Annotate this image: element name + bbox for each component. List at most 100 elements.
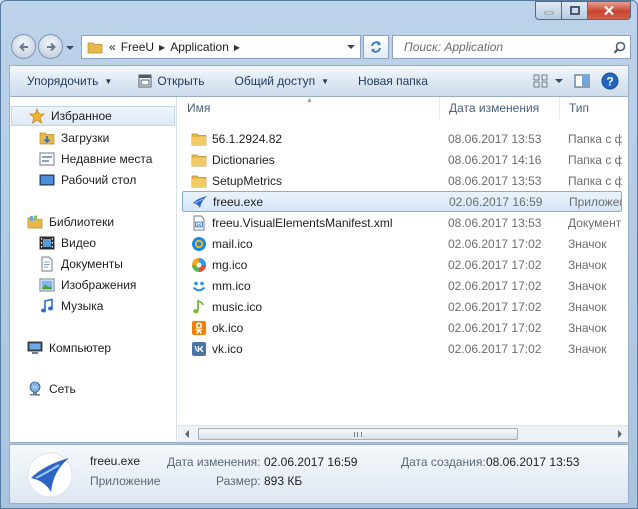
- refresh-button[interactable]: [363, 35, 389, 59]
- file-type: Значок: [568, 320, 607, 335]
- mg-icon: [192, 257, 206, 272]
- maximize-icon: [569, 6, 580, 15]
- nav-item-video[interactable]: Видео: [10, 233, 176, 253]
- file-date: 08.06.2017 13:53: [448, 173, 542, 188]
- file-type: Значок: [568, 257, 607, 272]
- share-button[interactable]: Общий доступ ▼: [213, 66, 338, 96]
- breadcrumb-prefix[interactable]: «: [109, 40, 116, 54]
- nav-item-favorites[interactable]: Избранное: [11, 106, 175, 126]
- scrollbar-thumb[interactable]: [198, 428, 518, 440]
- search-button[interactable]: [608, 41, 630, 54]
- sort-ascending-icon: ▲: [306, 97, 313, 104]
- horizontal-scrollbar[interactable]: [178, 425, 628, 442]
- ok-icon: [192, 320, 206, 335]
- file-row[interactable]: mail.ico 02.06.2017 17:02 Значок: [182, 233, 622, 254]
- video-icon: [39, 236, 55, 250]
- mail-icon: [192, 236, 206, 251]
- nav-item-desktop[interactable]: Рабочий стол: [10, 170, 176, 190]
- new-folder-button[interactable]: Новая папка: [338, 66, 437, 96]
- explorer-window: « FreeU ▶ Application ▶ Упорядочить ▼: [0, 0, 638, 509]
- maximize-button[interactable]: [561, 1, 587, 20]
- file-name-cell: mail.ico: [182, 236, 440, 252]
- close-button[interactable]: [587, 1, 631, 20]
- breadcrumb-application[interactable]: Application: [170, 40, 229, 54]
- search-icon: [613, 41, 625, 54]
- preview-pane-button[interactable]: [568, 66, 596, 96]
- search-input[interactable]: [393, 40, 608, 54]
- chevron-right-icon[interactable]: ▶: [159, 43, 165, 52]
- recent-pages-button[interactable]: [66, 40, 74, 54]
- file-date: 02.06.2017 17:02: [448, 341, 542, 356]
- help-icon: ?: [601, 72, 619, 90]
- xml-document-icon: [193, 215, 205, 230]
- nav-item-music[interactable]: Музыка: [10, 296, 176, 316]
- details-size-label: Размер:: [216, 474, 261, 488]
- details-created-value: 08.06.2017 13:53: [486, 455, 580, 469]
- view-options-button[interactable]: [528, 66, 568, 96]
- file-list: ▲ Имя Дата изменения Тип 56.1.2924.82 08…: [178, 97, 628, 442]
- file-type: Значок: [568, 236, 607, 251]
- nav-item-network[interactable]: Сеть: [10, 379, 176, 399]
- file-row[interactable]: freeu.VisualElementsManifest.xml 08.06.2…: [182, 212, 622, 233]
- nav-label: Компьютер: [49, 341, 112, 355]
- forward-button[interactable]: [38, 34, 63, 59]
- file-name: ok.ico: [212, 320, 244, 335]
- chevron-left-icon: [184, 430, 189, 438]
- libraries-icon: [27, 215, 43, 229]
- file-row[interactable]: vk.ico 02.06.2017 17:02 Значок: [182, 338, 622, 359]
- details-file-name: freeu.exe: [90, 454, 141, 468]
- close-icon: [604, 5, 614, 16]
- chevron-right-icon[interactable]: ▶: [234, 43, 240, 52]
- scroll-left-button[interactable]: [178, 426, 195, 442]
- nav-label: Документы: [61, 257, 123, 271]
- scroll-right-button[interactable]: [611, 426, 628, 442]
- file-row[interactable]: music.ico 02.06.2017 17:02 Значок: [182, 296, 622, 317]
- open-window-icon: [138, 74, 152, 88]
- nav-item-pictures[interactable]: Изображения: [10, 275, 176, 295]
- file-row[interactable]: mg.ico 02.06.2017 17:02 Значок: [182, 254, 622, 275]
- search-box: [392, 35, 631, 59]
- nav-item-documents[interactable]: Документы: [10, 254, 176, 274]
- minimize-button[interactable]: [535, 1, 561, 20]
- file-row[interactable]: SetupMetrics 08.06.2017 13:53 Папка с фа…: [182, 170, 622, 191]
- folder-icon: [191, 133, 207, 145]
- file-row[interactable]: 56.1.2924.82 08.06.2017 13:53 Папка с фа…: [182, 128, 622, 149]
- navigation-bar: « FreeU ▶ Application ▶: [9, 32, 631, 60]
- help-button[interactable]: ?: [596, 66, 624, 96]
- file-row[interactable]: mm.ico 02.06.2017 17:02 Значок: [182, 275, 622, 296]
- column-header-name[interactable]: ▲ Имя: [178, 97, 440, 119]
- file-row-selected[interactable]: freeu.exe 02.06.2017 16:59 Приложени: [182, 191, 622, 212]
- nav-label: Избранное: [51, 109, 112, 123]
- back-button[interactable]: [11, 34, 36, 59]
- refresh-icon: [371, 41, 381, 53]
- file-name-cell: SetupMetrics: [182, 174, 440, 188]
- file-name: vk.ico: [212, 341, 243, 356]
- open-button[interactable]: Открыть: [121, 66, 213, 96]
- window-controls: [535, 1, 631, 20]
- file-name: freeu.exe: [213, 194, 264, 209]
- file-row[interactable]: Dictionaries 08.06.2017 14:16 Папка с фа…: [182, 149, 622, 170]
- organize-button[interactable]: Упорядочить ▼: [10, 66, 121, 96]
- address-dropdown-button[interactable]: [340, 36, 360, 58]
- nav-item-libraries[interactable]: Библиотеки: [10, 212, 176, 232]
- file-name: freeu.VisualElementsManifest.xml: [212, 215, 393, 230]
- folder-icon: [191, 154, 207, 166]
- column-label: Тип: [569, 101, 590, 115]
- chevron-down-icon: ▼: [321, 76, 330, 86]
- column-label: Имя: [187, 101, 211, 115]
- details-modified-label: Дата изменения:: [167, 455, 261, 469]
- nav-item-recent[interactable]: Недавние места: [10, 149, 176, 169]
- column-header-date[interactable]: Дата изменения: [440, 97, 560, 119]
- breadcrumb-freeu[interactable]: FreeU: [121, 40, 154, 54]
- file-type: Папка с фай: [568, 152, 622, 167]
- mm-icon: [192, 281, 206, 291]
- column-header-type[interactable]: Тип: [560, 97, 628, 119]
- nav-item-downloads[interactable]: Загрузки: [10, 128, 176, 148]
- address-bar[interactable]: « FreeU ▶ Application ▶: [81, 35, 361, 59]
- file-name-cell: music.ico: [182, 299, 440, 315]
- nav-item-computer[interactable]: Компьютер: [10, 338, 176, 358]
- column-label: Дата изменения: [449, 101, 540, 115]
- pictures-icon: [39, 278, 55, 292]
- vk-icon: [192, 341, 206, 356]
- file-row[interactable]: ok.ico 02.06.2017 17:02 Значок: [182, 317, 622, 338]
